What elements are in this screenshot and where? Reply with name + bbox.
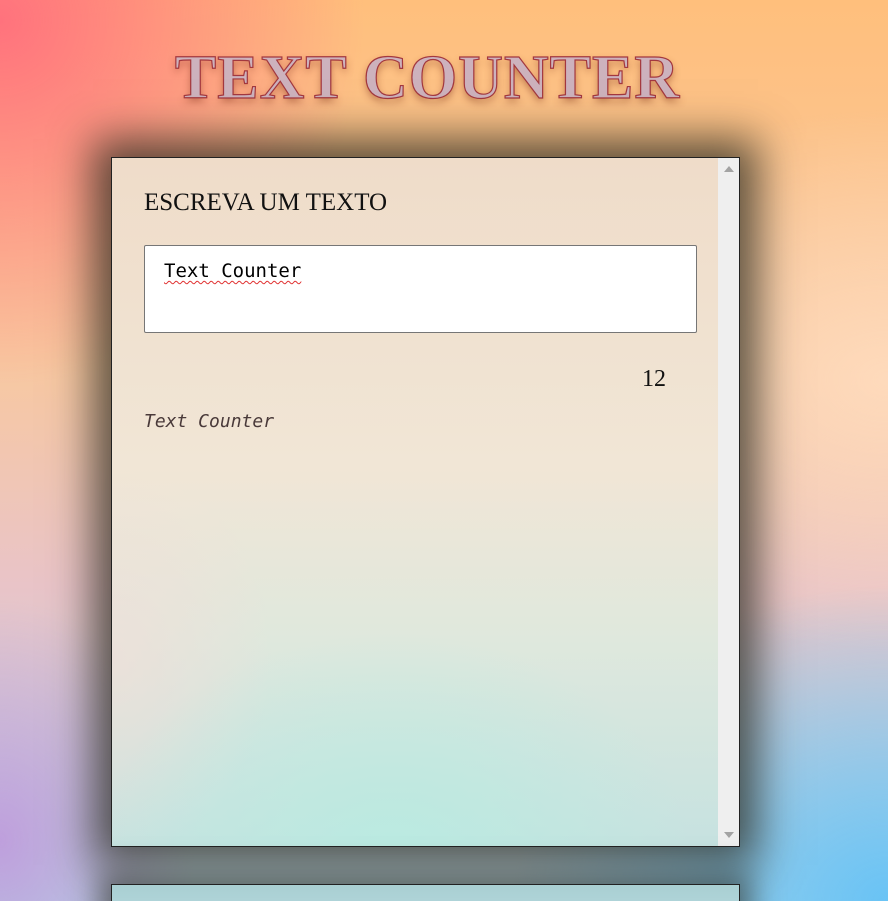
- character-count: 12: [642, 366, 666, 392]
- text-preview: Text Counter: [144, 411, 275, 432]
- secondary-card: [111, 884, 740, 901]
- input-value: Text Counter: [164, 260, 302, 282]
- card-content: ESCREVA UM TEXTO Text Counter 12 Text Co…: [112, 158, 718, 846]
- text-counter-card: ESCREVA UM TEXTO Text Counter 12 Text Co…: [111, 157, 740, 847]
- input-label: ESCREVA UM TEXTO: [144, 189, 388, 216]
- scroll-down-arrow-icon[interactable]: [724, 832, 734, 838]
- vertical-scrollbar[interactable]: [718, 158, 739, 846]
- page-title: TEXT COUNTER: [174, 43, 681, 112]
- text-input[interactable]: Text Counter: [144, 245, 697, 333]
- scroll-up-arrow-icon[interactable]: [724, 166, 734, 172]
